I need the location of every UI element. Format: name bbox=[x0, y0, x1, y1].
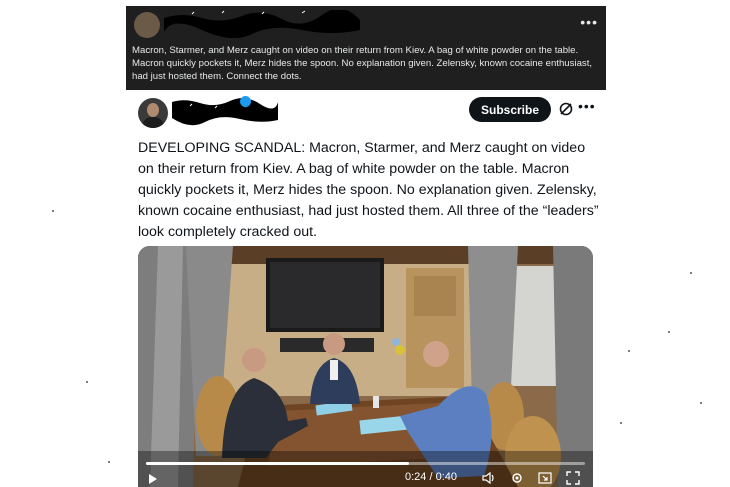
background-speck bbox=[86, 381, 88, 383]
picture-in-picture-icon[interactable] bbox=[538, 471, 552, 485]
avatar[interactable] bbox=[138, 98, 168, 128]
video-frame bbox=[138, 246, 593, 487]
avatar-shirt bbox=[142, 117, 164, 128]
avatar-face bbox=[147, 103, 159, 117]
main-post: Subscribe ••• DEVELOPING SCANDAL: Macron… bbox=[126, 90, 606, 487]
background-speck bbox=[628, 350, 630, 352]
grok-icon[interactable] bbox=[558, 101, 574, 117]
video-player[interactable]: 0:24 / 0:40 bbox=[138, 246, 593, 487]
redacted-username bbox=[170, 96, 280, 126]
more-horizontal-icon[interactable]: ••• bbox=[578, 98, 596, 114]
volume-icon[interactable] bbox=[482, 471, 496, 485]
avatar[interactable] bbox=[134, 12, 160, 38]
background-speck bbox=[52, 210, 54, 212]
more-horizontal-icon[interactable]: ••• bbox=[580, 14, 598, 30]
background-speck bbox=[668, 331, 670, 333]
progress-bar[interactable] bbox=[146, 462, 585, 465]
dark-post-text: Macron, Starmer, and Merz caught on vide… bbox=[132, 45, 593, 82]
quoted-dark-post: ••• Macron, Starmer, and Merz caught on … bbox=[126, 6, 606, 90]
progress-fill bbox=[146, 462, 410, 465]
background-speck bbox=[690, 272, 692, 274]
fullscreen-icon[interactable] bbox=[566, 471, 580, 485]
video-controls: 0:24 / 0:40 bbox=[138, 458, 593, 487]
settings-icon[interactable] bbox=[510, 471, 524, 485]
background-speck bbox=[620, 422, 622, 424]
verified-badge-icon bbox=[240, 96, 251, 107]
video-time: 0:24 / 0:40 bbox=[405, 471, 457, 483]
subscribe-button[interactable]: Subscribe bbox=[469, 97, 551, 122]
post-body-text: DEVELOPING SCANDAL: Macron, Starmer, and… bbox=[138, 140, 599, 240]
background-speck bbox=[108, 461, 110, 463]
background-speck bbox=[700, 402, 702, 404]
redacted-username bbox=[162, 8, 362, 39]
play-icon[interactable] bbox=[148, 473, 158, 485]
